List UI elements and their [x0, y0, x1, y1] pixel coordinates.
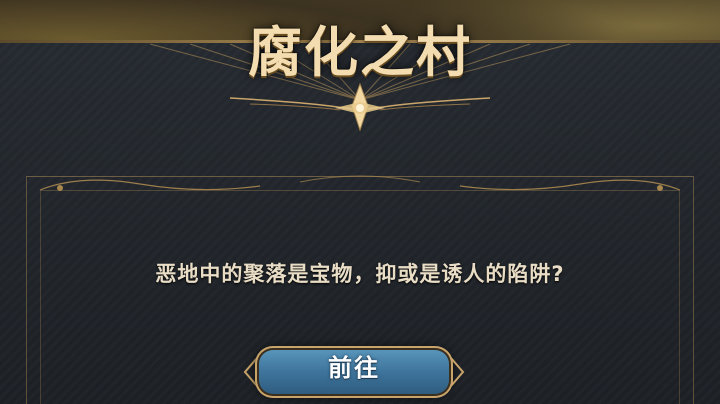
- dialog-description: 恶地中的聚落是宝物，抑或是诱人的陷阱?: [155, 262, 565, 286]
- button-right-cap-icon: [451, 358, 465, 386]
- dialog-title: 腐化之村: [248, 20, 472, 84]
- go-button[interactable]: 前往: [243, 340, 465, 404]
- frame-top-ornament: [39, 175, 681, 191]
- go-button-label: 前往: [328, 354, 380, 382]
